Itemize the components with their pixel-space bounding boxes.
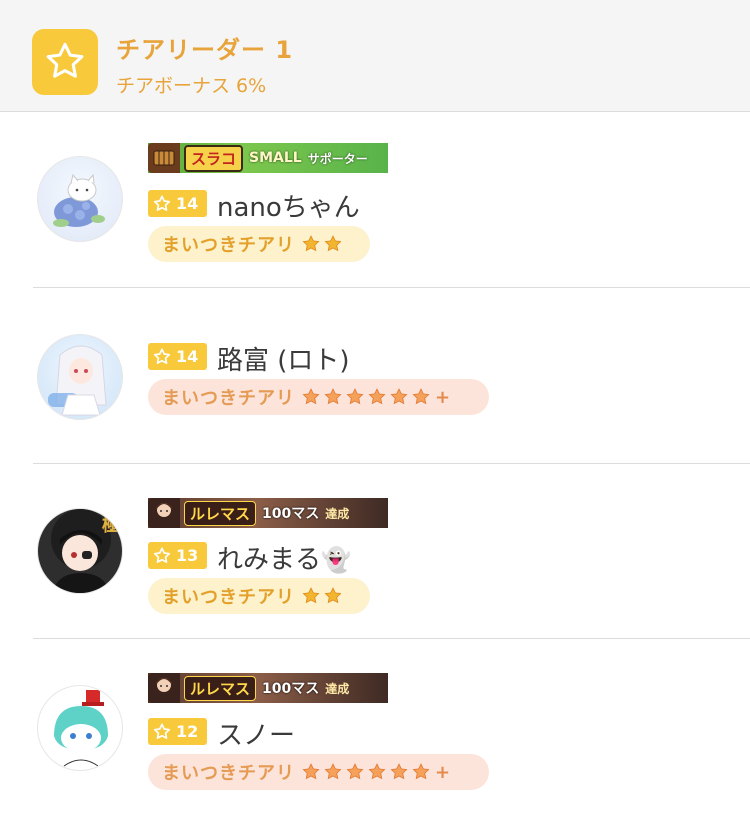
star-icon [368,388,386,405]
monthly-cheer-badge: まいつきチアリ [148,578,370,614]
star-icon [324,763,342,780]
star-rating [301,586,345,606]
monthly-cheer-badge: まいつきチアリ + [148,754,489,790]
star-icon [346,763,364,780]
list-item[interactable]: スラコ SMALL サポーター 14 nanoちゃん まいつきチアリ [0,113,750,288]
star-rating [301,234,345,254]
avatar[interactable] [37,685,123,771]
star-rating: + [301,762,450,783]
member-name: nanoちゃん [217,193,360,223]
level-badge: 14 [148,343,207,370]
star-icon [324,235,342,252]
star-icon [153,348,171,364]
star-icon [324,587,342,604]
header-title: チアリーダー 1 [116,36,294,64]
member-name: スノー [217,721,296,751]
star-icon [412,763,430,780]
svg-text:極: 極 [102,514,120,536]
avatar[interactable] [37,334,123,420]
star-icon [153,723,171,739]
member-name: 路富 (ロト) [217,346,350,376]
star-icon [153,195,171,211]
star-icon [153,547,171,563]
list-item[interactable]: 極 ルレマス 100マス 達成 13 れみまる👻 まいつきチアリ [0,464,750,639]
star-rating: + [301,387,450,408]
star-icon [32,29,98,95]
level-badge: 12 [148,718,207,745]
level-badge: 14 [148,190,207,217]
supporter-banner: スラコ SMALL サポーター [148,143,388,173]
list-item[interactable]: 14 路富 (ロト) まいつきチアリ + [0,288,750,464]
list-item[interactable]: ルレマス 100マス 達成 12 スノー まいつきチアリ + [0,639,750,815]
star-icon [302,388,320,405]
star-icon [324,388,342,405]
star-icon [390,388,408,405]
accordion-icon [148,143,180,173]
star-icon [302,235,320,252]
avatar[interactable] [37,156,123,242]
avatar[interactable]: 極 [37,508,123,594]
cheer-rank-header: チアリーダー 1 チアボーナス 6% [0,0,750,112]
star-icon [412,388,430,405]
star-icon [302,763,320,780]
monthly-cheer-badge: まいつきチアリ + [148,379,489,415]
achievement-banner: ルレマス 100マス 達成 [148,673,388,703]
star-icon [368,763,386,780]
character-icon [148,498,180,528]
monthly-cheer-badge: まいつきチアリ [148,226,370,262]
star-icon [390,763,408,780]
character-icon [148,673,180,703]
member-name: れみまる👻 [217,545,351,575]
header-subtitle: チアボーナス 6% [116,75,267,97]
level-badge: 13 [148,542,207,569]
achievement-banner: ルレマス 100マス 達成 [148,498,388,528]
star-icon [302,587,320,604]
ghost-icon: 👻 [321,546,351,574]
star-icon [346,388,364,405]
